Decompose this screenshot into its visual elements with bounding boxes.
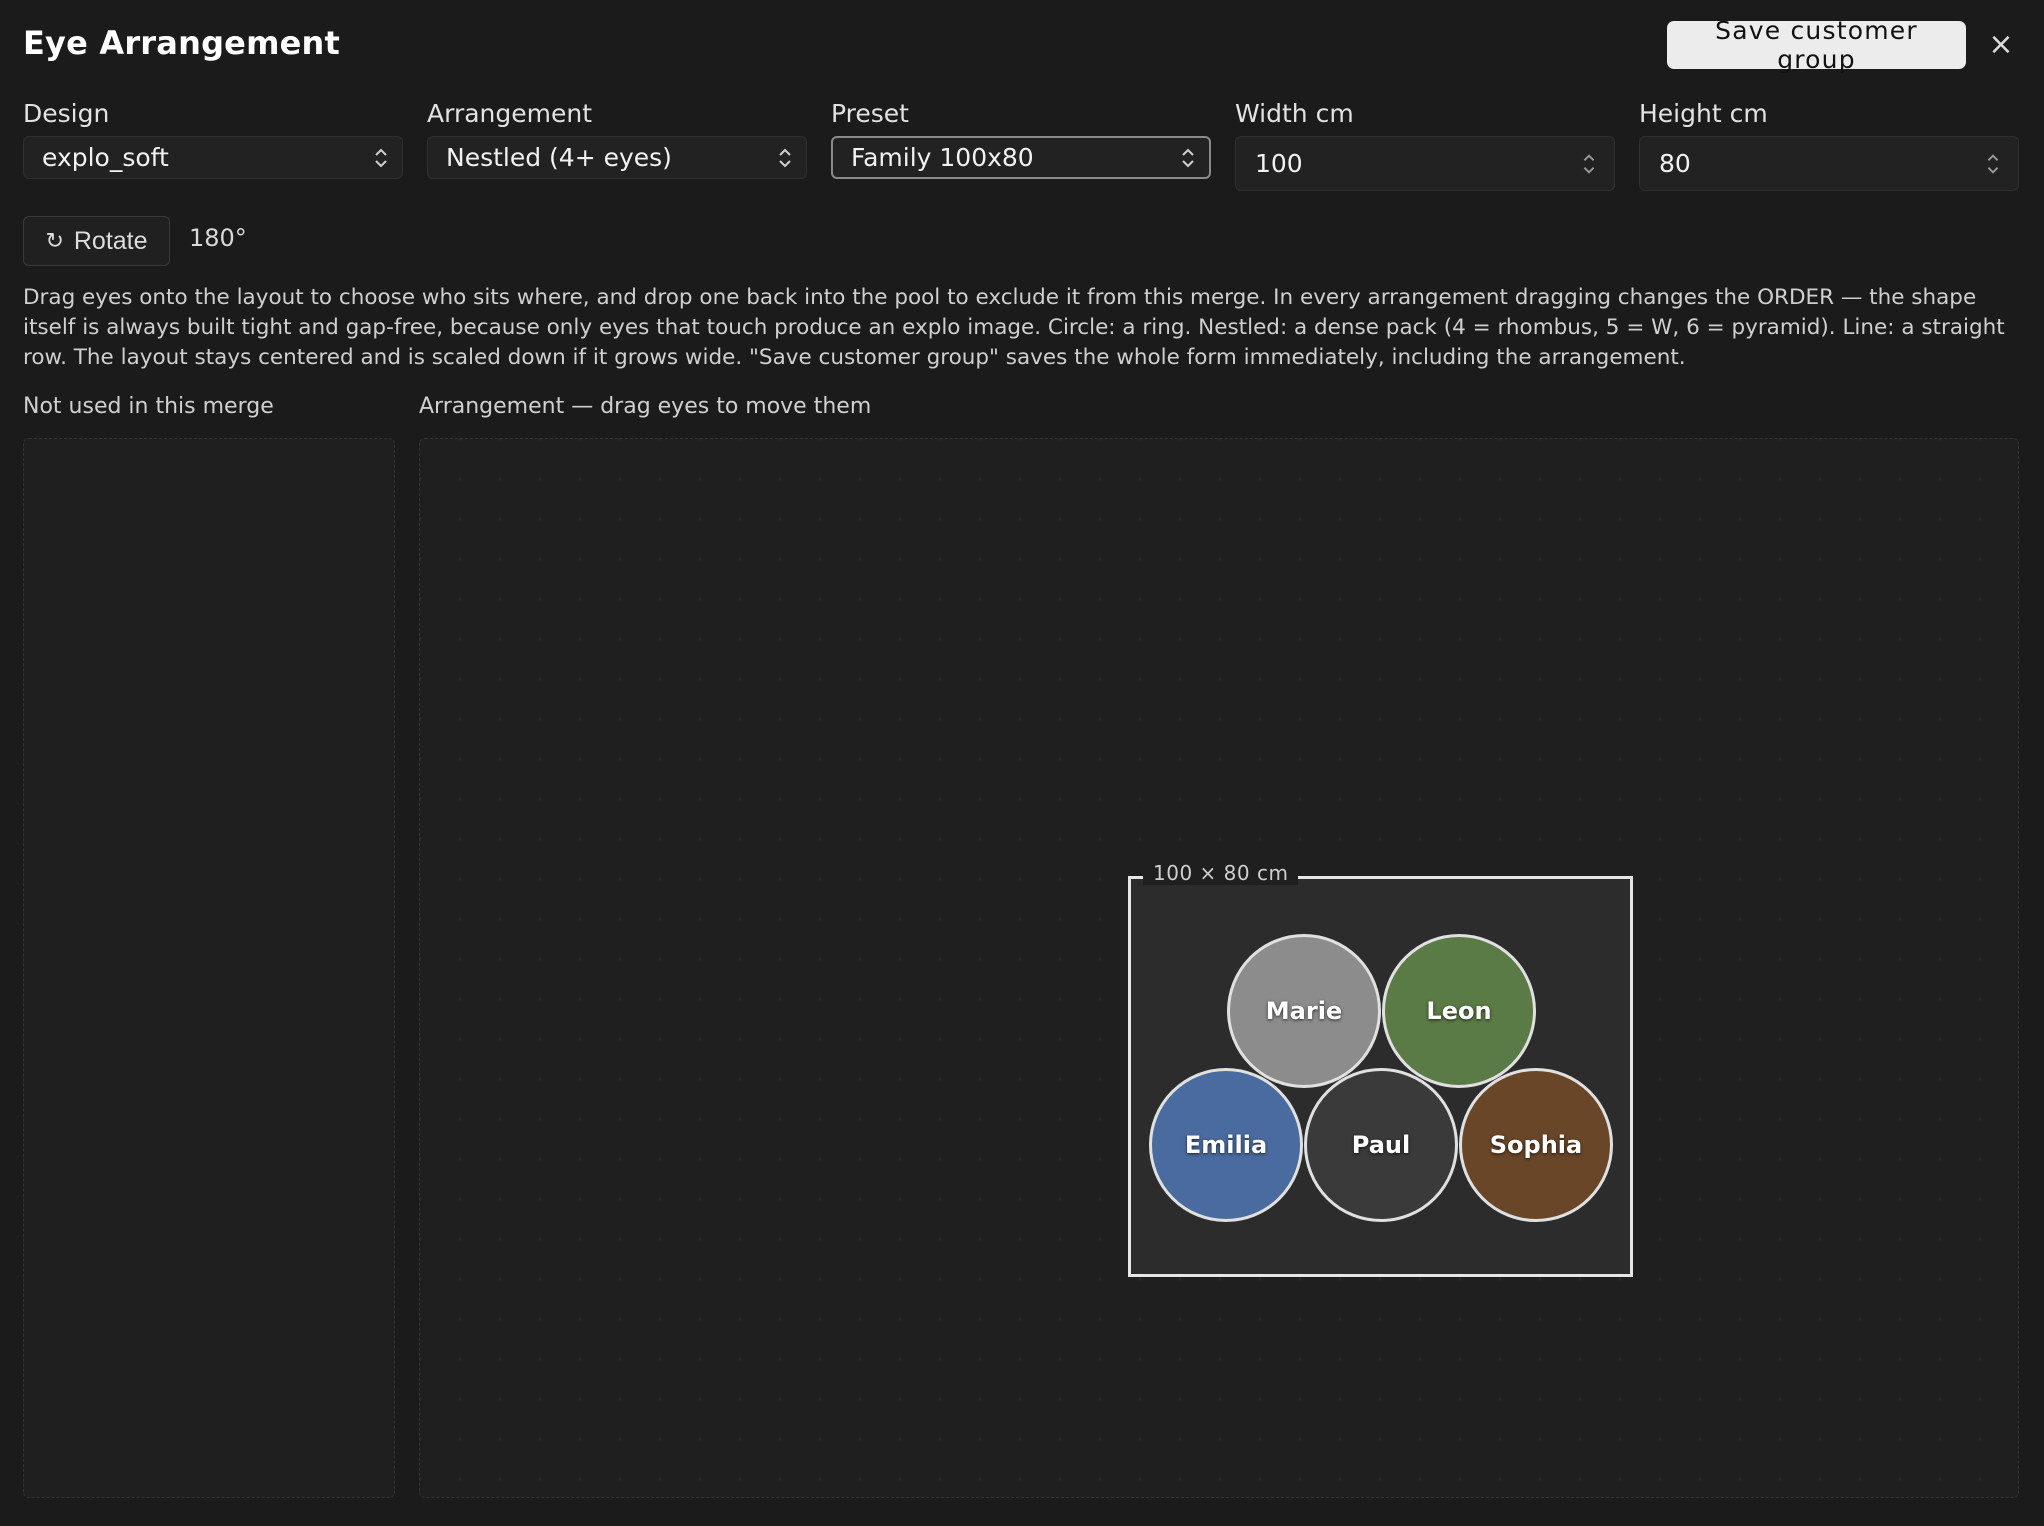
width-value: 100 bbox=[1255, 149, 1303, 178]
width-label: Width cm bbox=[1235, 99, 1354, 128]
save-customer-group-button[interactable]: Save customer group bbox=[1667, 16, 1966, 74]
preset-field: Preset Family 100x80 bbox=[831, 97, 1211, 179]
eye-leon[interactable]: Leon bbox=[1382, 934, 1536, 1088]
eye-arrangement-dialog: Eye Arrangement Save customer group × De… bbox=[0, 0, 2044, 1526]
preset-label: Preset bbox=[831, 99, 909, 128]
eye-emilia[interactable]: Emilia bbox=[1149, 1068, 1303, 1222]
design-value: explo_soft bbox=[42, 143, 169, 172]
rotate-button[interactable]: ↻ Rotate bbox=[23, 216, 170, 266]
rotation-value: 180° bbox=[189, 224, 247, 252]
preset-select[interactable]: Family 100x80 bbox=[831, 136, 1211, 179]
close-icon[interactable]: × bbox=[1986, 26, 2016, 62]
chevron-updown-icon bbox=[778, 146, 792, 170]
stepper-icon[interactable] bbox=[1582, 152, 1596, 176]
layout-canvas[interactable]: 100 × 80 cm Marie Leon Emilia Paul Sophi… bbox=[1128, 861, 1633, 1277]
eye-marie[interactable]: Marie bbox=[1227, 934, 1381, 1088]
arrangement-field: Arrangement Nestled (4+ eyes) bbox=[427, 97, 807, 179]
height-value: 80 bbox=[1659, 149, 1691, 178]
pool-label: Not used in this merge bbox=[23, 394, 274, 419]
arrangement-label: Arrangement bbox=[427, 99, 593, 128]
design-field: Design explo_soft bbox=[23, 97, 403, 179]
unused-eyes-pool[interactable] bbox=[23, 438, 395, 1498]
design-select[interactable]: explo_soft bbox=[23, 136, 403, 179]
rotate-label: Rotate bbox=[73, 226, 148, 255]
chevron-updown-icon bbox=[374, 146, 388, 170]
canvas-size-label: 100 × 80 cm bbox=[1143, 861, 1299, 885]
height-label: Height cm bbox=[1639, 99, 1768, 128]
height-field: Height cm 80 bbox=[1639, 97, 2019, 191]
stepper-icon[interactable] bbox=[1986, 152, 2000, 176]
chevron-updown-icon bbox=[1181, 146, 1195, 170]
dialog-title: Eye Arrangement bbox=[23, 24, 340, 62]
height-input[interactable]: 80 bbox=[1639, 136, 2019, 191]
preset-value: Family 100x80 bbox=[851, 143, 1034, 172]
help-text: Drag eyes onto the layout to choose who … bbox=[23, 285, 2005, 370]
rotate-icon: ↻ bbox=[45, 228, 64, 253]
stage-label: Arrangement — drag eyes to move them bbox=[419, 394, 872, 419]
width-input[interactable]: 100 bbox=[1235, 136, 1615, 191]
design-label: Design bbox=[23, 99, 110, 128]
eye-paul[interactable]: Paul bbox=[1304, 1068, 1458, 1222]
width-field: Width cm 100 bbox=[1235, 97, 1615, 191]
eye-sophia[interactable]: Sophia bbox=[1459, 1068, 1613, 1222]
arrangement-value: Nestled (4+ eyes) bbox=[446, 143, 672, 172]
arrangement-select[interactable]: Nestled (4+ eyes) bbox=[427, 136, 807, 179]
